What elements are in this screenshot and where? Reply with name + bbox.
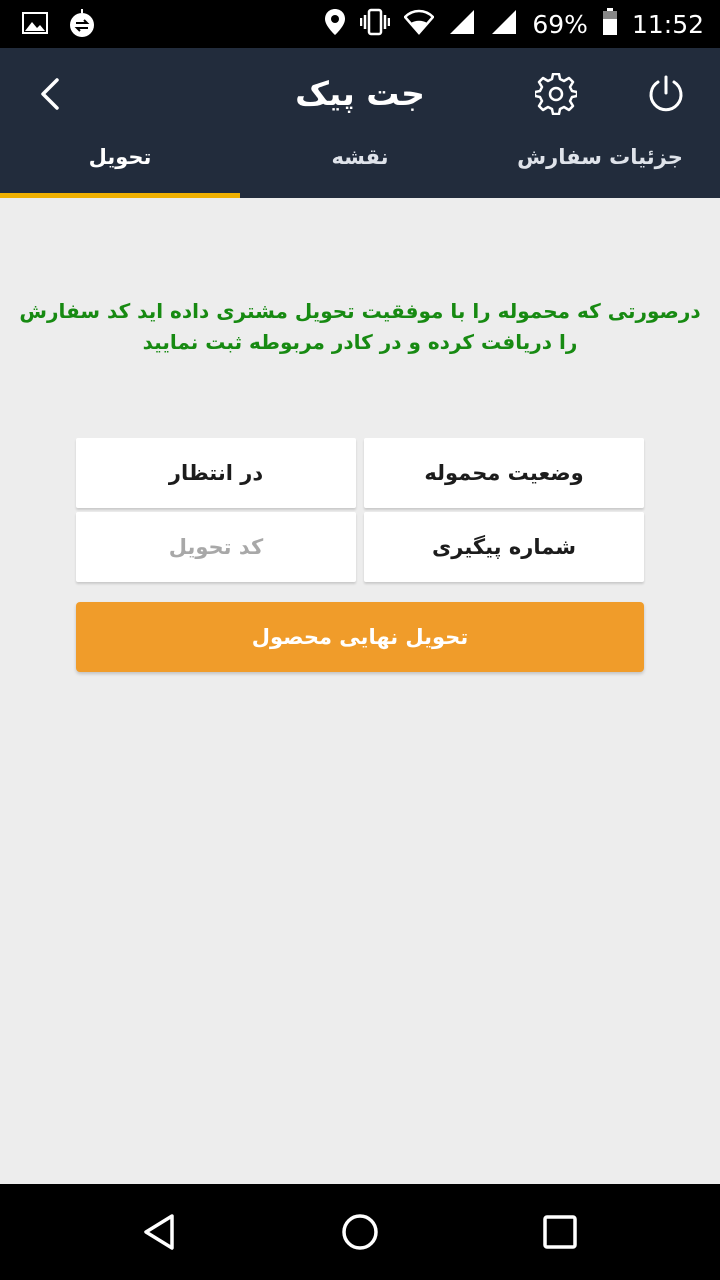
delivery-code-input[interactable] xyxy=(76,512,356,582)
active-tab-indicator xyxy=(0,193,240,198)
nav-back-button[interactable] xyxy=(136,1208,184,1256)
status-bar: 69% 11:52 xyxy=(0,0,720,48)
status-label: وضعیت محموله xyxy=(364,438,644,508)
battery-icon xyxy=(602,8,618,40)
signal-icon xyxy=(448,9,476,39)
tab-order-details[interactable]: جزئیات سفارش xyxy=(480,138,720,198)
clock: 11:52 xyxy=(631,9,704,39)
final-delivery-button[interactable]: تحویل نهایی محصول xyxy=(76,602,644,672)
sync-notification-icon xyxy=(68,8,96,42)
page-title: جت پیک xyxy=(295,74,425,113)
signal-2-icon xyxy=(490,9,518,39)
triangle-back-icon xyxy=(144,1214,174,1250)
nav-home-button[interactable] xyxy=(336,1208,384,1256)
delivery-instruction: درصورتی که محموله را با موفقیت تحویل مشت… xyxy=(19,299,701,354)
vibrate-icon xyxy=(360,8,391,40)
settings-button[interactable] xyxy=(530,68,582,120)
power-icon xyxy=(649,75,683,112)
location-icon xyxy=(324,8,346,40)
app-bar: جت پیک تحویل نقشه جزئیات سفارش xyxy=(0,48,720,198)
status-value: در انتظار xyxy=(76,438,356,508)
tab-bar: تحویل نقشه جزئیات سفارش xyxy=(0,138,720,198)
navigation-bar xyxy=(0,1184,720,1280)
tracking-label: شماره پیگیری xyxy=(364,512,644,582)
gallery-notification-icon xyxy=(22,11,48,39)
tab-delivery[interactable]: تحویل xyxy=(0,138,240,198)
battery-percent: 69% xyxy=(532,9,588,39)
power-button[interactable] xyxy=(640,68,692,120)
back-button[interactable] xyxy=(22,66,78,122)
chevron-left-icon xyxy=(41,78,59,110)
tab-map[interactable]: نقشه xyxy=(240,138,480,198)
circle-home-icon xyxy=(342,1214,378,1250)
nav-recents-button[interactable] xyxy=(536,1208,584,1256)
delivery-code-field xyxy=(76,512,356,582)
square-recents-icon xyxy=(543,1215,577,1249)
wifi-icon xyxy=(403,9,436,39)
gear-icon xyxy=(535,73,577,115)
